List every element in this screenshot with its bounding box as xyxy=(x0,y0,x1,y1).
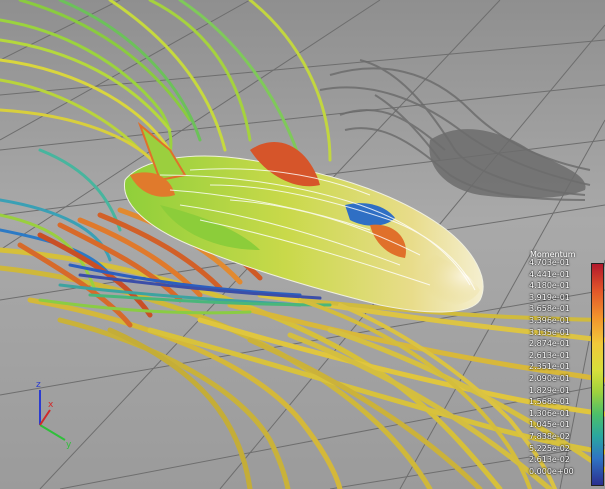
legend-tick-label: 3.396e-01 xyxy=(529,316,570,325)
legend-tick-label: 3.135e-01 xyxy=(529,327,570,337)
legend-tick-label: 5.225e-02 xyxy=(529,443,570,453)
legend-tick-label: 2.351e-01 xyxy=(529,362,570,372)
legend-tick-label: 1.829e-01 xyxy=(529,385,570,395)
render-viewport[interactable]: z x y Momentum 4.703e-01 4.441e-01 4.180e-… xyxy=(0,0,605,489)
legend-tick-label: 2.874e-01 xyxy=(529,339,570,349)
legend-tick-label: 4.441e-01 xyxy=(529,269,570,279)
legend-tick-label: 1.045e-01 xyxy=(529,420,570,430)
axis-x-label: x xyxy=(48,400,54,410)
flow-scene[interactable]: z x y xyxy=(0,0,605,489)
legend-tick-label: 3.658e-01 xyxy=(529,304,570,314)
color-legend: Momentum 4.703e-01 4.441e-01 4.180e-01 3.91… xyxy=(527,250,605,486)
legend-tick-label: 2.613e-02 xyxy=(529,455,570,465)
legend-tick-label: 0.000e+00 xyxy=(529,466,574,476)
legend-tick-label: 2.090e-01 xyxy=(529,374,570,383)
legend-color-bar xyxy=(591,263,604,486)
axis-z-label: z xyxy=(36,380,41,390)
legend-tick-label: 2.613e-01 xyxy=(529,350,570,360)
legend-tick-label: 1.568e-01 xyxy=(529,397,570,407)
axis-triad: z x y xyxy=(36,380,72,450)
legend-tick-label: 1.306e-01 xyxy=(529,408,570,418)
legend-tick-label: 4.703e-01 xyxy=(529,258,570,267)
legend-tick-label: 7.838e-02 xyxy=(529,432,570,441)
axis-y-label: y xyxy=(66,440,72,450)
legend-tick-label: 3.919e-01 xyxy=(529,292,570,302)
legend-tick-label: 4.180e-01 xyxy=(529,281,570,291)
